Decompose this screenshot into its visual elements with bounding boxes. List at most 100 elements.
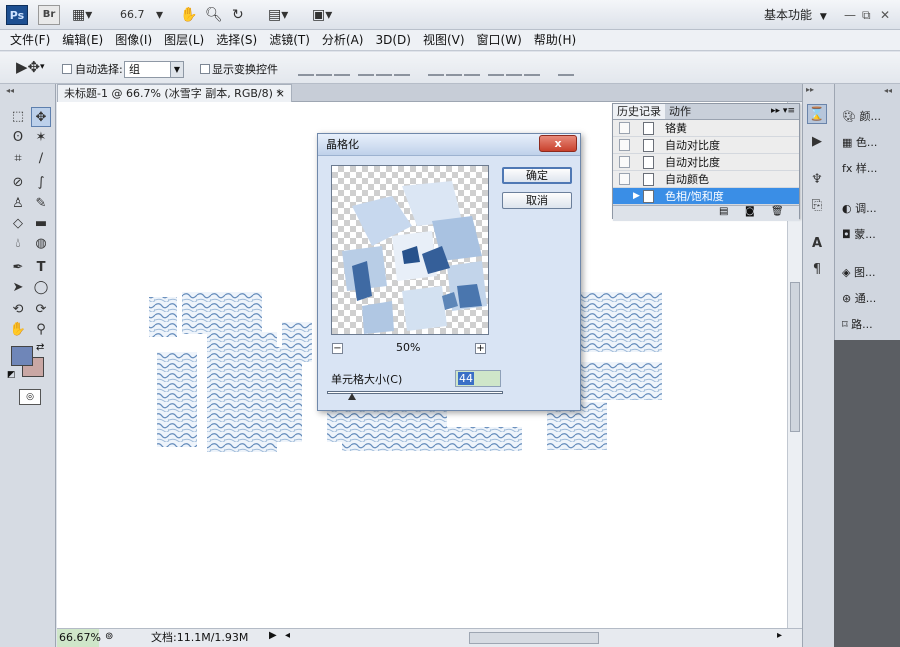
menu-view[interactable]: 视图(V) [423, 30, 465, 50]
ok-button[interactable]: 确定 [502, 167, 572, 184]
close-window-icon[interactable]: ✕ [880, 0, 890, 30]
view-extras-icon[interactable]: ▦▾ [72, 0, 92, 30]
restore-icon[interactable]: ⧉ [862, 0, 871, 30]
zoom-dropdown-icon[interactable]: ▾ [156, 0, 163, 30]
history-panel-icon[interactable]: ⌛ [807, 104, 827, 124]
blur-tool-icon[interactable]: 💧︎ [8, 234, 28, 254]
tab-actions[interactable]: 动作 [665, 104, 695, 119]
cell-size-input[interactable]: 44 [455, 370, 501, 387]
tab-history[interactable]: 历史记录 [613, 104, 665, 119]
align-bottom-icon[interactable] [334, 60, 350, 76]
align-hcenter-icon[interactable] [376, 60, 392, 76]
styles-panel-item[interactable]: fx 样... [836, 156, 896, 182]
history-row[interactable]: 自动颜色 [613, 171, 799, 188]
history-row-selected[interactable]: ▶ 色相/饱和度 [613, 188, 799, 205]
quick-mask-icon[interactable]: ◎ [19, 389, 41, 405]
distribute-top-icon[interactable] [428, 60, 444, 76]
history-checkbox[interactable] [619, 173, 630, 185]
eraser-tool-icon[interactable]: ◇ [8, 214, 28, 234]
collapse-panels-icon[interactable]: ◂◂ [884, 86, 892, 95]
type-tool-icon[interactable]: T [31, 258, 51, 278]
magic-wand-tool-icon[interactable]: ✶ [31, 128, 51, 148]
eyedropper-tool-icon[interactable]: ∕ [31, 149, 51, 169]
auto-select-checkbox[interactable] [62, 64, 72, 74]
actions-panel-icon[interactable]: ▶ [807, 132, 827, 152]
pen-tool-icon[interactable]: ✒ [8, 258, 28, 278]
zoom-tool-icon[interactable]: ⚲ [31, 320, 51, 340]
align-top-icon[interactable] [298, 60, 314, 76]
status-zoom-field[interactable]: 66.67% [57, 629, 101, 647]
history-checkbox[interactable] [619, 156, 630, 168]
ellipse-shape-tool-icon[interactable]: ◯ [31, 278, 51, 298]
chevron-down-icon[interactable]: ▼ [170, 62, 183, 77]
show-transform-checkbox[interactable] [200, 64, 210, 74]
status-options-icon[interactable]: ⊚ [105, 631, 113, 642]
menu-image[interactable]: 图像(I) [115, 30, 152, 50]
move-tool-icon[interactable]: ✥ [31, 107, 51, 127]
zoom-tool-icon[interactable]: 🔍︎ [205, 0, 223, 30]
history-row[interactable]: 自动对比度 [613, 137, 799, 154]
foreground-color-front[interactable] [11, 346, 33, 366]
collapse-tools-icon[interactable]: ◂◂ [6, 86, 14, 95]
history-checkbox[interactable] [619, 139, 630, 151]
tool-preset-arrow-icon[interactable]: ▾ [40, 62, 45, 72]
clone-source-icon[interactable]: ⎘ [807, 196, 827, 216]
3d-orbit-tool-icon[interactable]: ⟳ [31, 300, 51, 320]
gradient-tool-icon[interactable]: ▬ [31, 214, 51, 234]
brush-presets-icon[interactable]: ♆ [807, 170, 827, 190]
zoom-out-button[interactable]: − [332, 343, 343, 354]
history-row[interactable]: 铬黄 [613, 120, 799, 137]
history-checkbox[interactable] [619, 122, 630, 134]
expand-panels-icon[interactable]: ▸▸ [806, 85, 814, 94]
hand-tool-icon[interactable]: ✋ [8, 320, 28, 340]
align-right-icon[interactable] [394, 60, 410, 76]
3d-rotate-tool-icon[interactable]: ⟲ [8, 300, 28, 320]
menu-filter[interactable]: 滤镜(T) [269, 30, 310, 50]
cancel-button[interactable]: 取消 [502, 192, 572, 209]
menu-edit[interactable]: 编辑(E) [62, 30, 103, 50]
crop-tool-icon[interactable]: ⌗ [8, 149, 28, 169]
filter-preview[interactable] [331, 165, 489, 335]
distribute-left-icon[interactable] [488, 60, 504, 76]
distribute-hcenter-icon[interactable] [506, 60, 522, 76]
menu-help[interactable]: 帮助(H) [534, 30, 576, 50]
document-tab[interactable]: 未标题-1 @ 66.7% (冰雪字 副本, RGB/8) * × [57, 84, 292, 102]
menu-3d[interactable]: 3D(D) [375, 30, 410, 50]
brush-tool-icon[interactable]: ∫ [31, 173, 51, 193]
new-snapshot-icon[interactable]: ◙ [745, 206, 755, 217]
paths-panel-item[interactable]: ⌑ 路... [836, 312, 896, 338]
align-left-icon[interactable] [358, 60, 374, 76]
lasso-tool-icon[interactable]: ʘ [8, 128, 28, 148]
hand-tool-icon[interactable]: ✋ [180, 0, 197, 30]
character-panel-icon[interactable]: A [807, 234, 827, 254]
layers-panel-item[interactable]: ◈ 图... [836, 260, 896, 286]
distribute-right-icon[interactable] [524, 60, 540, 76]
scroll-left-icon[interactable]: ◂ [285, 630, 290, 641]
swatches-panel-item[interactable]: ▦ 色... [836, 130, 896, 156]
minimize-icon[interactable]: — [844, 0, 856, 30]
clone-stamp-tool-icon[interactable]: ♙ [8, 194, 28, 214]
menu-select[interactable]: 选择(S) [216, 30, 257, 50]
rotate-view-icon[interactable]: ↻ [232, 0, 244, 30]
zoom-in-button[interactable]: + [475, 343, 486, 354]
marquee-tool-icon[interactable]: ⬚ [8, 107, 28, 127]
path-selection-tool-icon[interactable]: ➤ [8, 278, 28, 298]
masks-panel-item[interactable]: ◘ 蒙... [836, 222, 896, 248]
channels-panel-item[interactable]: ⊛ 通... [836, 286, 896, 312]
arrange-documents-icon[interactable]: ▤▾ [268, 0, 288, 30]
scroll-right-icon[interactable]: ▸ [777, 630, 782, 641]
swap-colors-icon[interactable]: ⇄ [36, 342, 44, 353]
move-tool-preset-icon[interactable]: ▶✥ [16, 58, 40, 76]
color-panel-item[interactable]: 🎨︎ 颜... [836, 104, 896, 130]
paragraph-panel-icon[interactable]: ¶ [807, 260, 827, 280]
menu-layer[interactable]: 图层(L) [164, 30, 204, 50]
panel-menu-icon[interactable]: ▸▸ ▾≡ [771, 104, 799, 119]
screen-mode-icon[interactable]: ▣▾ [312, 0, 332, 30]
close-tab-icon[interactable]: × [276, 85, 285, 102]
align-vcenter-icon[interactable] [316, 60, 332, 76]
menu-file[interactable]: 文件(F) [10, 30, 50, 50]
status-menu-arrow-icon[interactable]: ▶ [269, 630, 277, 641]
history-brush-tool-icon[interactable]: ✎ [31, 194, 51, 214]
horizontal-scroll-thumb[interactable] [469, 632, 599, 644]
menu-window[interactable]: 窗口(W) [477, 30, 522, 50]
